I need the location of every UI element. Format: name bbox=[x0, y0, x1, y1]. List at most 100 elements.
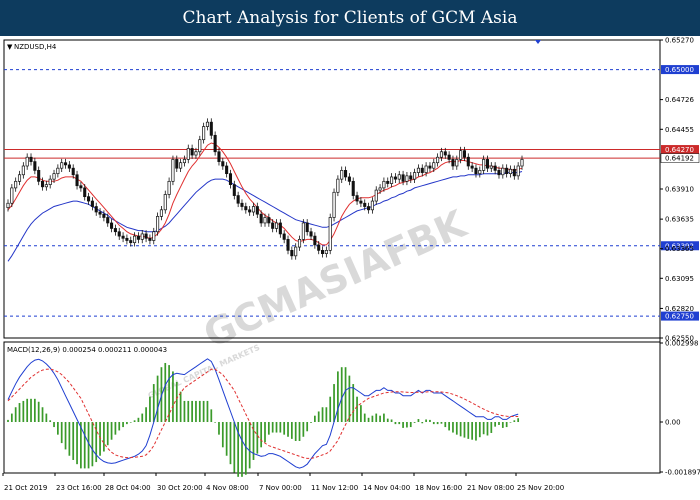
candle bbox=[171, 155, 175, 186]
candle bbox=[117, 227, 121, 240]
candle bbox=[290, 246, 294, 260]
candle-body bbox=[485, 159, 490, 169]
candle bbox=[474, 164, 478, 178]
xlabels-layer: 21 Oct 2019 23 Oct 16:00 28 Oct 04:00 30 Oc… bbox=[2, 473, 564, 492]
candle bbox=[505, 164, 509, 178]
candle bbox=[205, 118, 210, 131]
candle-body bbox=[10, 187, 14, 204]
candle-body bbox=[347, 176, 351, 182]
macd-tick-label: -0.001897 bbox=[665, 469, 700, 477]
candle bbox=[213, 131, 217, 156]
macd-hist-bar bbox=[360, 405, 362, 423]
macd-hist-bar bbox=[306, 422, 309, 432]
candle-body bbox=[382, 180, 386, 189]
macd-hist-bar bbox=[375, 413, 378, 423]
macd-hist-bar bbox=[91, 422, 94, 467]
macd-hist-bar bbox=[248, 422, 251, 469]
macd-layer: 0.002998 0.00 -0.001897 bbox=[7, 340, 700, 477]
watermark: GCMASIAFBK GLOBAL CAPITAL MARKETS bbox=[147, 201, 474, 400]
candle-body bbox=[106, 217, 110, 224]
candle bbox=[25, 153, 29, 170]
candle-body bbox=[271, 222, 275, 229]
candle bbox=[75, 170, 79, 190]
candle-body bbox=[497, 170, 501, 176]
candle bbox=[374, 186, 378, 205]
candle bbox=[248, 205, 252, 216]
macd-hist-bar bbox=[356, 396, 358, 423]
macd-hist-bar bbox=[402, 422, 404, 428]
macd-hist-bar bbox=[337, 371, 339, 423]
candle-body bbox=[451, 159, 455, 167]
candle bbox=[301, 219, 305, 244]
candle bbox=[420, 164, 424, 177]
macd-hist-bar bbox=[264, 422, 266, 443]
candle-body bbox=[213, 134, 217, 153]
candle bbox=[21, 162, 25, 179]
candle bbox=[87, 192, 91, 205]
macd-hist-bar bbox=[126, 422, 128, 425]
candle-body bbox=[290, 250, 294, 257]
candle bbox=[60, 158, 64, 173]
candle bbox=[136, 232, 140, 244]
candle bbox=[336, 175, 340, 197]
candle-body bbox=[110, 222, 114, 229]
candle-body bbox=[202, 126, 206, 141]
macd-hist-bar bbox=[53, 422, 55, 428]
macd-hist-bar bbox=[310, 422, 312, 423]
candle bbox=[129, 236, 133, 247]
candle bbox=[313, 232, 317, 249]
candle-body bbox=[367, 206, 371, 211]
macd-hist-bar bbox=[198, 400, 201, 423]
macd-hist-bar bbox=[202, 400, 205, 423]
price-tick-label: 0.63365 bbox=[665, 245, 694, 253]
level-tag-label: 0.64270 bbox=[665, 146, 694, 154]
macd-hist-bar bbox=[18, 403, 21, 423]
macd-hist-bar bbox=[145, 407, 147, 423]
macd-hist-bar bbox=[513, 420, 516, 423]
candle bbox=[397, 170, 401, 183]
candle-body bbox=[71, 167, 75, 176]
candle bbox=[286, 235, 290, 255]
symbol-arrow-icon[interactable]: ▼ bbox=[7, 43, 13, 51]
macd-hist-bar bbox=[386, 418, 389, 423]
candle-body bbox=[182, 159, 186, 164]
candle-body bbox=[121, 235, 125, 239]
x-tick-label: 25 Nov 20:00 bbox=[517, 484, 564, 492]
macd-hist-bar bbox=[114, 422, 117, 435]
candle bbox=[386, 177, 390, 188]
candle bbox=[182, 155, 186, 167]
candle-body bbox=[286, 239, 290, 251]
macd-hist-bar bbox=[452, 422, 454, 433]
candle-body bbox=[470, 165, 474, 169]
candle-body bbox=[113, 228, 117, 233]
macd-hist-bar bbox=[122, 422, 124, 428]
candle-body bbox=[17, 174, 22, 182]
candle bbox=[282, 230, 286, 244]
macd-hist-bar bbox=[256, 422, 259, 454]
candle bbox=[516, 162, 520, 180]
macd-hist-bar bbox=[229, 422, 232, 465]
macd-hist-bar bbox=[298, 422, 301, 441]
shift-marker-icon[interactable] bbox=[535, 40, 541, 44]
macd-hist-bar bbox=[432, 422, 435, 425]
candle bbox=[98, 208, 102, 219]
candle bbox=[393, 173, 397, 183]
candle-body bbox=[512, 168, 516, 177]
candle-body bbox=[79, 185, 83, 189]
candle bbox=[113, 224, 117, 236]
candle-body bbox=[344, 170, 348, 178]
candle-body bbox=[60, 162, 64, 169]
macd-hist-bar bbox=[455, 422, 458, 435]
macd-hist-bar bbox=[214, 422, 216, 423]
candle-body bbox=[263, 217, 267, 224]
candle-body bbox=[136, 235, 140, 240]
candle-body bbox=[244, 206, 248, 211]
macd-hist-bar bbox=[244, 422, 247, 475]
candle-body bbox=[416, 167, 420, 173]
candle-body bbox=[198, 139, 202, 153]
candle-body bbox=[90, 200, 94, 207]
candle-body bbox=[455, 159, 459, 167]
candle bbox=[94, 202, 98, 216]
macd-hist-bar bbox=[425, 419, 427, 423]
candle bbox=[125, 234, 129, 245]
